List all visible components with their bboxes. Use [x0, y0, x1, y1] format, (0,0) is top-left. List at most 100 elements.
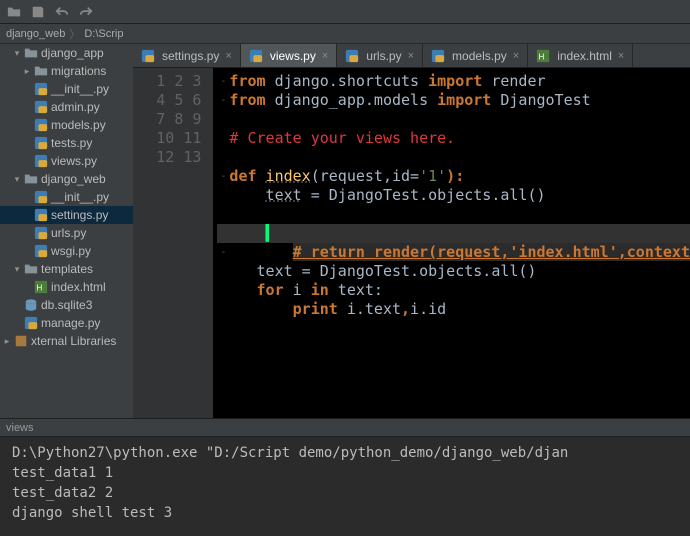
breadcrumb-path: D:\Scrip [84, 28, 123, 40]
tree-label: __init__.py [51, 82, 109, 96]
fold-icon[interactable]: - [217, 167, 229, 186]
undo-icon[interactable] [54, 4, 70, 20]
py-icon [34, 82, 48, 96]
lib-icon [14, 334, 28, 348]
fold-icon[interactable] [217, 224, 229, 243]
tree-label: django_app [41, 46, 104, 60]
close-icon[interactable]: × [513, 50, 519, 62]
fold-icon[interactable] [217, 262, 229, 281]
tree-item-wsgi-py[interactable]: wsgi.py [0, 242, 133, 260]
tree-item-django-app[interactable]: ▾ django_app [0, 44, 133, 62]
code-lines[interactable]: -from django.shortcuts import render-fro… [213, 68, 690, 418]
tree-label: settings.py [51, 208, 108, 222]
fold-icon[interactable]: - [217, 243, 229, 262]
tab-views-py[interactable]: views.py× [241, 44, 337, 67]
html-icon: H [536, 49, 550, 63]
tree-item-settings-py[interactable]: settings.py [0, 206, 133, 224]
code-line-11[interactable]: text = DjangoTest.objects.all() [217, 262, 690, 281]
tree-item-admin-py[interactable]: admin.py [0, 98, 133, 116]
tree-item-tests-py[interactable]: tests.py [0, 134, 133, 152]
code-line-6[interactable]: -def index(request,id='1'): [217, 167, 690, 186]
breadcrumb-project[interactable]: django_web [6, 28, 65, 40]
tree-item--init-py[interactable]: __init__.py [0, 188, 133, 206]
dir-icon [24, 46, 38, 60]
code-line-12[interactable]: for i in text: [217, 281, 690, 300]
save-icon[interactable] [30, 4, 46, 20]
py-icon [24, 316, 38, 330]
code-line-1[interactable]: -from django.shortcuts import render [217, 72, 690, 91]
code-line-5[interactable] [217, 148, 690, 167]
tree-item-index-html[interactable]: Hindex.html [0, 278, 133, 296]
code-line-2[interactable]: -from django_app.models import DjangoTes… [217, 91, 690, 110]
tree-item-xternal-libraries[interactable]: ▸ xternal Libraries [0, 332, 133, 350]
fold-icon[interactable] [217, 186, 229, 205]
code-line-7[interactable]: text = DjangoTest.objects.all() [217, 186, 690, 205]
dir-icon [24, 172, 38, 186]
tree-item-templates[interactable]: ▾templates [0, 260, 133, 278]
chevron-right-icon: 〉 [69, 26, 80, 42]
code-line-8[interactable] [217, 205, 690, 224]
fold-icon[interactable]: - [217, 91, 229, 110]
run-console[interactable]: D:\Python27\python.exe "D:/Script demo/p… [0, 436, 690, 536]
dir-icon [34, 64, 48, 78]
fold-icon[interactable] [217, 129, 229, 148]
code-line-10[interactable]: - # return render(request,'index.html',c… [217, 243, 690, 262]
twisty-icon[interactable]: ▸ [0, 336, 14, 347]
editor-area: settings.py×views.py×urls.py×models.py×H… [133, 44, 690, 418]
tab-label: settings.py [162, 49, 219, 63]
py-icon [431, 49, 445, 63]
tree-label: wsgi.py [51, 244, 91, 258]
tree-label: models.py [51, 118, 106, 132]
twisty-icon[interactable]: ▸ [20, 66, 34, 77]
project-tree[interactable]: ▾ django_app ▸ migrations __init__.py admin.p… [0, 44, 133, 418]
breadcrumb: django_web 〉 D:\Scrip [0, 24, 690, 44]
tab-label: models.py [452, 49, 507, 63]
py-icon [34, 100, 48, 114]
fold-icon[interactable] [217, 300, 229, 319]
py-icon [34, 118, 48, 132]
code-line-3[interactable] [217, 110, 690, 129]
fold-icon[interactable] [217, 281, 229, 300]
tree-item-django-web[interactable]: ▾django_web [0, 170, 133, 188]
fold-icon[interactable] [217, 110, 229, 129]
tree-item-db-sqlite3[interactable]: db.sqlite3 [0, 296, 133, 314]
twisty-icon[interactable]: ▾ [10, 264, 24, 275]
twisty-icon[interactable]: ▾ [10, 174, 24, 185]
tree-item-manage-py[interactable]: manage.py [0, 314, 133, 332]
fold-icon[interactable] [217, 205, 229, 224]
tab-settings-py[interactable]: settings.py × [133, 44, 241, 67]
tree-item-urls-py[interactable]: urls.py [0, 224, 133, 242]
code-editor[interactable]: 1 2 3 4 5 6 7 8 9 10 11 12 13 -from djan… [133, 68, 690, 418]
tree-label: xternal Libraries [31, 334, 116, 348]
py-icon [141, 49, 155, 63]
code-line-4[interactable]: # Create your views here. [217, 129, 690, 148]
close-icon[interactable]: × [408, 50, 414, 62]
tab-urls-py[interactable]: urls.py× [337, 44, 423, 67]
tree-item-models-py[interactable]: models.py [0, 116, 133, 134]
code-line-9[interactable]: ▍ [217, 224, 690, 243]
py-icon [249, 49, 263, 63]
twisty-icon[interactable]: ▾ [10, 48, 24, 59]
fold-icon[interactable] [217, 148, 229, 167]
editor-tabs: settings.py×views.py×urls.py×models.py×H… [133, 44, 690, 68]
tree-label: migrations [51, 64, 106, 78]
main: ▾ django_app ▸ migrations __init__.py admin.p… [0, 44, 690, 418]
code-line-13[interactable]: print i.text,i.id [217, 300, 690, 319]
open-icon[interactable] [6, 4, 22, 20]
tab-models-py[interactable]: models.py × [423, 44, 528, 67]
tree-item-migrations[interactable]: ▸ migrations [0, 62, 133, 80]
bottom-tab-bar[interactable]: views [0, 418, 690, 436]
close-icon[interactable]: × [225, 50, 231, 62]
close-icon[interactable]: × [618, 50, 624, 62]
bottom-tab-label[interactable]: views [6, 422, 34, 434]
tab-index-html[interactable]: Hindex.html× [528, 44, 633, 67]
tree-item-views-py[interactable]: views.py [0, 152, 133, 170]
tree-label: index.html [51, 280, 106, 294]
fold-icon[interactable]: - [217, 72, 229, 91]
tree-label: urls.py [51, 226, 86, 240]
close-icon[interactable]: × [322, 50, 328, 62]
tree-label: db.sqlite3 [41, 298, 92, 312]
redo-icon[interactable] [78, 4, 94, 20]
tree-item--init-py[interactable]: __init__.py [0, 80, 133, 98]
html-icon: H [34, 280, 48, 294]
